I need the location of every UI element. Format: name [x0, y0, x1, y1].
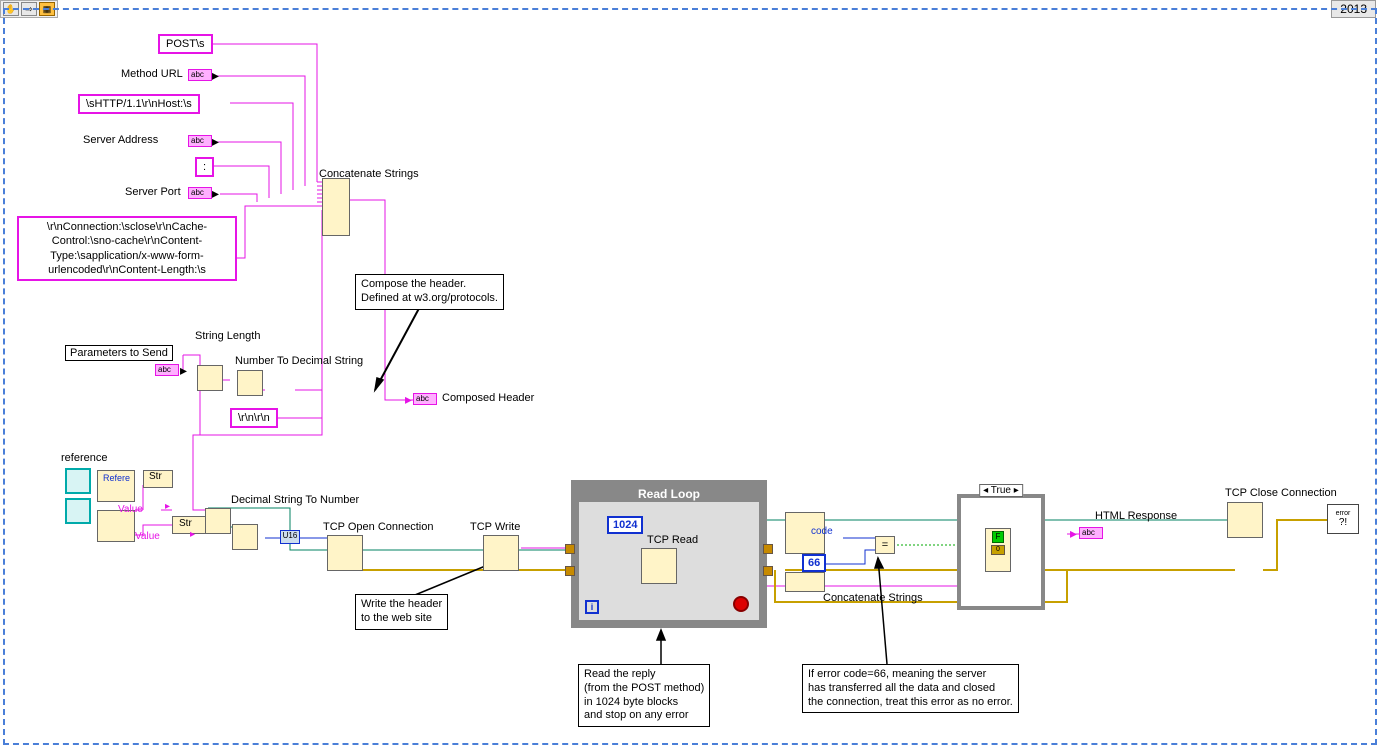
label-tcp-read: TCP Read	[647, 534, 698, 546]
flow-arrow-icon: ▸	[165, 501, 170, 512]
label-str-2: Str	[179, 518, 192, 529]
const-buf-size[interactable]: 1024	[607, 516, 643, 534]
loop-tunnel-out-2	[763, 566, 773, 576]
const-crlf[interactable]: \r\n\r\n	[230, 408, 278, 428]
const-colon[interactable]: :	[195, 157, 214, 177]
case-selector[interactable]: ◂ True ▸	[979, 484, 1023, 497]
label-tcp-close: TCP Close Connection	[1225, 487, 1337, 499]
label-server-address: Server Address	[83, 134, 158, 146]
fn-tcp-close[interactable]	[1227, 502, 1263, 538]
label-method-url: Method URL	[121, 68, 183, 80]
comment-write-header: Write the header to the web site	[355, 594, 448, 630]
label-composed-header: Composed Header	[442, 392, 534, 404]
case-value: True	[991, 485, 1011, 496]
read-loop[interactable]: Read Loop 1024 TCP Read i	[571, 480, 767, 628]
label-tcp-write: TCP Write	[470, 521, 520, 533]
case-structure[interactable]: ◂ True ▸ F 0	[957, 494, 1045, 610]
fn-tcp-open[interactable]	[327, 535, 363, 571]
fn-string-length[interactable]	[197, 365, 223, 391]
label-num-to-dec: Number To Decimal String	[235, 355, 363, 367]
label-tcp-open: TCP Open Connection	[323, 521, 433, 533]
label-code: code	[811, 526, 833, 537]
flow-arrow-icon: ▸	[212, 133, 219, 150]
fn-tcp-read[interactable]	[641, 548, 677, 584]
loop-tunnel-out-1	[763, 544, 773, 554]
loop-tunnel-in-1	[565, 544, 575, 554]
flow-arrow-icon: ▸	[212, 67, 219, 84]
label-concat2: Concatenate Strings	[823, 592, 923, 604]
fn-concatenate-strings[interactable]	[322, 178, 350, 236]
terminal-html-response[interactable]: abc	[1079, 527, 1103, 539]
comment-read-reply: Read the reply (from the POST method) in…	[578, 664, 710, 727]
fn-dec-to-num-1[interactable]	[205, 508, 231, 534]
fn-tcp-write[interactable]	[483, 535, 519, 571]
const-post[interactable]: POST\s	[158, 34, 213, 54]
refnum-icon[interactable]	[65, 468, 91, 494]
terminal-server-address[interactable]: abc	[188, 135, 212, 147]
comment-err66: If error code=66, meaning the server has…	[802, 664, 1019, 713]
propnode-ref-1: Refere	[103, 473, 130, 483]
block-diagram[interactable]: POST\s Method URL abc \sHTTP/1.1\r\nHost…	[3, 8, 1377, 745]
iteration-terminal-icon: i	[585, 600, 599, 614]
fn-concat-strings-2[interactable]	[785, 572, 825, 592]
flow-arrow-icon: ▸	[212, 185, 219, 202]
read-loop-title: Read Loop	[579, 486, 759, 502]
flow-arrow-icon: ▸	[190, 529, 195, 540]
flow-arrow-icon: ▸	[180, 362, 187, 379]
terminal-params[interactable]: abc	[155, 364, 179, 376]
fn-dec-to-num-2[interactable]	[232, 524, 258, 550]
flow-arrow-icon: ▸	[1070, 525, 1077, 542]
const-headers-block[interactable]: \r\nConnection:\sclose\r\nCache-Control:…	[17, 216, 237, 281]
label-reference: reference	[61, 452, 107, 464]
const-http-host[interactable]: \sHTTP/1.1\r\nHost:\s	[78, 94, 200, 114]
terminal-composed-header[interactable]: abc	[413, 393, 437, 405]
comment-compose-header: Compose the header. Defined at w3.org/pr…	[355, 274, 504, 310]
label-str-1: Str	[149, 471, 162, 482]
label-dec-to-num: Decimal String To Number	[231, 494, 359, 506]
propnode-value-1: Value	[118, 504, 143, 515]
fn-equal[interactable]: =	[875, 536, 895, 554]
terminal-server-port[interactable]: abc	[188, 187, 212, 199]
flow-arrow-icon: ▸	[405, 391, 412, 408]
const-err66[interactable]: 66	[802, 554, 826, 572]
label-html-response: HTML Response	[1095, 510, 1177, 522]
label-string-length: String Length	[195, 330, 260, 342]
loop-tunnel-in-2	[565, 566, 575, 576]
error-out-terminal[interactable]: error ?!	[1327, 504, 1359, 534]
label-params: Parameters to Send	[65, 345, 173, 361]
terminal-method-url[interactable]: abc	[188, 69, 212, 81]
u16-coerce[interactable]: U16	[280, 530, 300, 544]
propnode-value-2: Value	[135, 531, 160, 542]
fn-clear-errors[interactable]: F 0	[985, 528, 1011, 572]
label-server-port: Server Port	[125, 186, 181, 198]
stop-terminal-icon[interactable]	[733, 596, 749, 612]
fn-num-to-dec[interactable]	[237, 370, 263, 396]
refnum-icon-2[interactable]	[65, 498, 91, 524]
